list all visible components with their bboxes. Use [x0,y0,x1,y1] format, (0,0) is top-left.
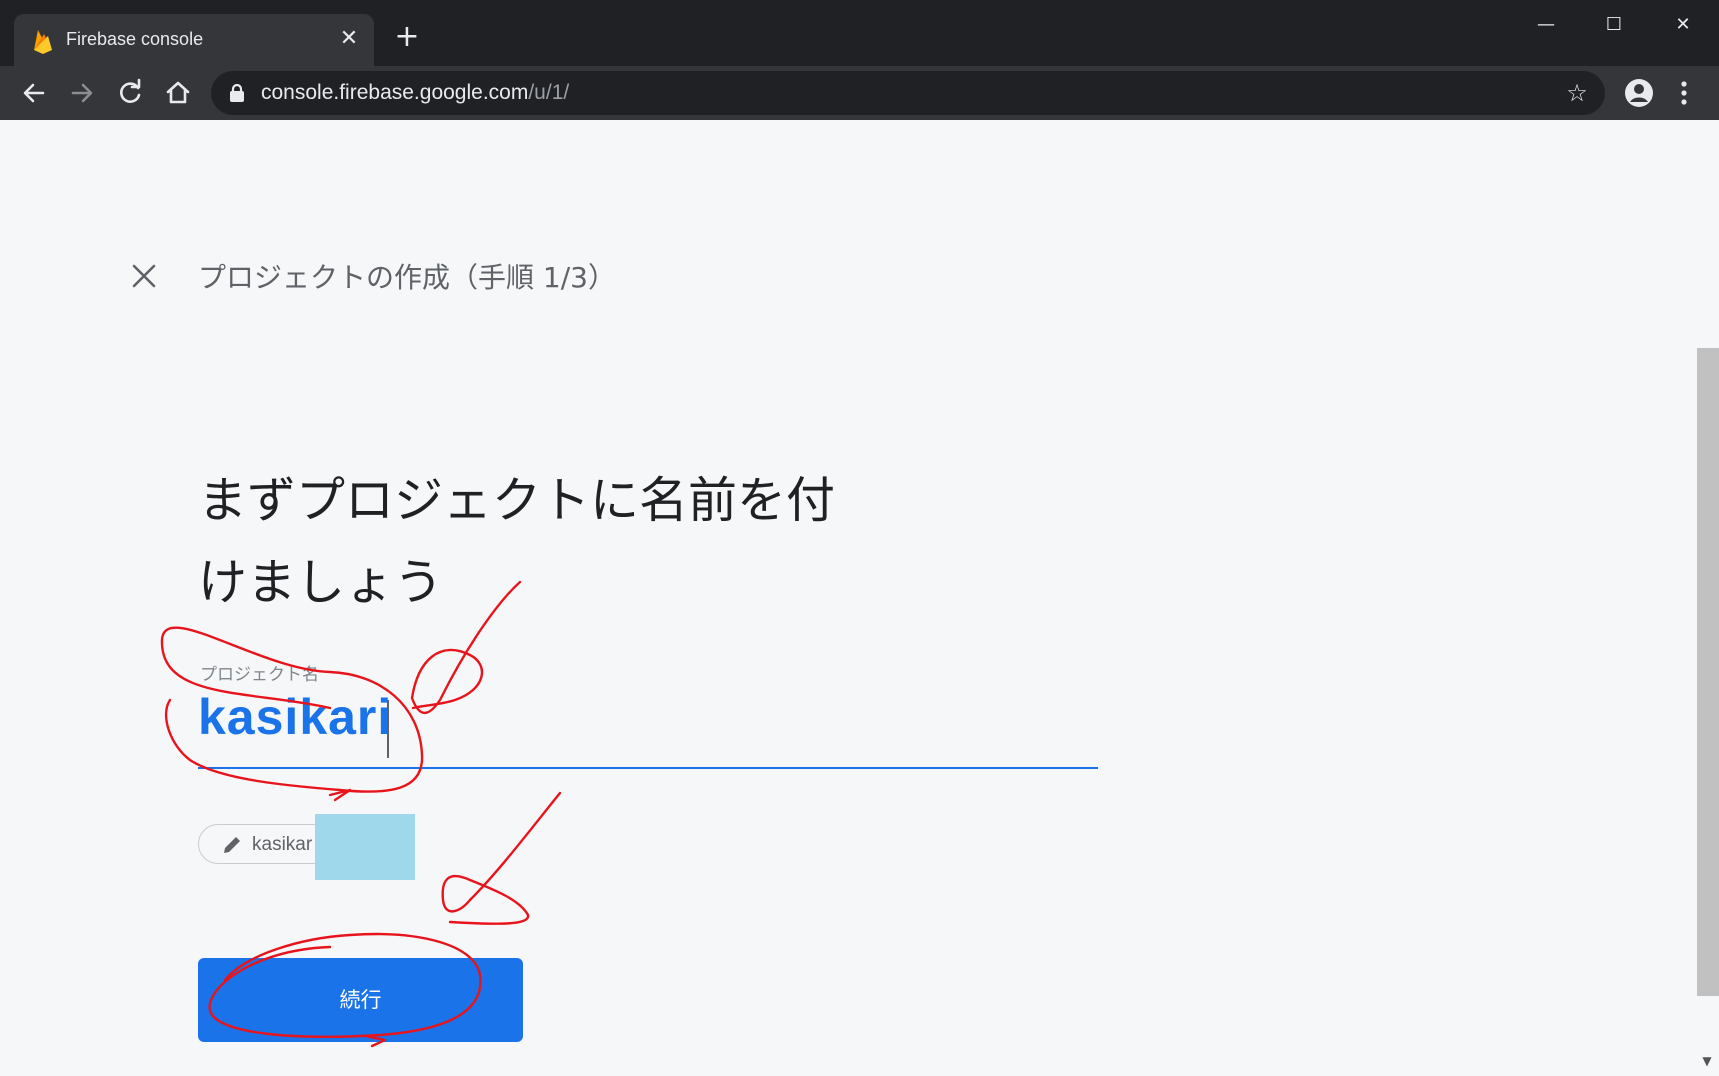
firebase-icon [34,30,52,54]
tab-close-icon[interactable]: ✕ [336,26,362,52]
redaction-box [315,814,415,880]
star-icon[interactable]: ☆ [1563,79,1591,107]
window-close-button[interactable]: ✕ [1663,10,1703,40]
continue-button[interactable]: 続行 [198,958,523,1042]
url-path: /u/1/ [528,81,570,104]
menu-icon[interactable] [1667,76,1701,110]
project-id-text: kasikar [252,834,313,855]
address-bar[interactable]: console.firebase.google.com/u/1/ ☆ [211,71,1605,115]
project-name-input[interactable]: kasikari [198,688,392,746]
input-underline [198,767,1098,769]
url-text[interactable]: console.firebase.google.com/u/1/ [261,81,569,105]
step-title: プロジェクトの作成（手順 1/3） [198,261,616,294]
page-heading: まずプロジェクトに名前を付 けましょう [198,460,938,624]
tab-title: Firebase console [66,29,204,49]
maximize-button[interactable]: ☐ [1594,10,1634,40]
minimize-button[interactable]: — [1526,10,1566,40]
scroll-down-icon[interactable]: ▼ [1700,1054,1714,1068]
close-icon[interactable] [128,260,160,292]
account-icon[interactable] [1622,76,1656,110]
browser-chrome: Firebase console ✕ + — ☐ ✕ console.fireb… [0,0,1719,120]
browser-toolbar: console.firebase.google.com/u/1/ ☆ [0,66,1719,120]
lock-icon [230,83,244,102]
scrollbar-thumb[interactable] [1697,348,1719,996]
forward-icon[interactable] [65,76,99,110]
back-icon[interactable] [17,76,51,110]
page-content: プロジェクトの作成（手順 1/3） まずプロジェクトに名前を付 けましょう プロ… [0,120,1719,1076]
home-icon[interactable] [161,76,195,110]
text-caret [387,700,389,758]
heading-line-2: けましょう [198,554,444,611]
new-tab-button[interactable]: + [392,22,422,52]
heading-line-1: まずプロジェクトに名前を付 [198,472,836,529]
reload-icon[interactable] [113,76,147,110]
project-name-label: プロジェクト名 [200,665,319,685]
browser-tab[interactable]: Firebase console ✕ [14,14,374,66]
url-host: console.firebase.google.com [261,81,529,104]
pencil-icon [224,837,240,853]
